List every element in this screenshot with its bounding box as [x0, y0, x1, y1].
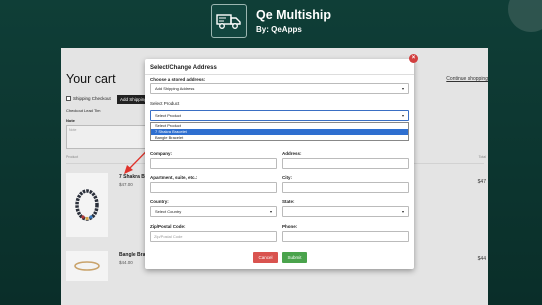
address-field[interactable] [282, 158, 409, 169]
stored-address-value: Add Shipping Address [155, 86, 195, 91]
select-product-value: Select Product [155, 113, 182, 118]
chevron-down-icon: ▾ [269, 209, 272, 214]
chevron-down-icon: ▾ [401, 113, 404, 118]
zip-field[interactable]: Zip/Postal Code [150, 231, 277, 242]
company-field[interactable] [150, 158, 277, 169]
apartment-label: Apartment, suite, etc.: [150, 175, 198, 180]
state-label: State: [282, 199, 295, 204]
stored-address-select[interactable]: Add Shipping Address ▾ [150, 83, 409, 94]
cancel-button[interactable]: Cancel [253, 252, 278, 263]
product-option[interactable]: Bangle Bracelet [151, 135, 408, 141]
country-value: Select Country [155, 209, 182, 214]
address-modal: Select/Change Address × Choose a stored … [145, 54, 418, 269]
address-label: Address: [282, 151, 302, 156]
phone-label: Phone: [282, 224, 298, 229]
phone-field[interactable] [282, 231, 409, 242]
country-select[interactable]: Select Country ▾ [150, 206, 277, 217]
product-options-list: Select Product 7 Shakra Bracelet Bangle … [150, 122, 409, 141]
zip-label: Zip/Postal Code: [150, 224, 186, 229]
company-label: Company: [150, 151, 173, 156]
city-field[interactable] [282, 182, 409, 193]
close-icon[interactable]: × [409, 54, 418, 63]
country-label: Country: [150, 199, 169, 204]
apartment-field[interactable] [150, 182, 277, 193]
chevron-down-icon: ▾ [401, 86, 404, 91]
modal-divider [145, 74, 414, 75]
stored-address-label: Choose a stored address: [150, 77, 206, 82]
chevron-down-icon: ▾ [401, 209, 404, 214]
city-label: City: [282, 175, 292, 180]
submit-button[interactable]: Submit [282, 252, 307, 263]
state-select[interactable]: ▾ [282, 206, 409, 217]
select-product-label: Select Product [150, 101, 180, 106]
modal-title: Select/Change Address [150, 65, 217, 71]
select-product-dropdown[interactable]: Select Product ▾ [150, 110, 409, 121]
